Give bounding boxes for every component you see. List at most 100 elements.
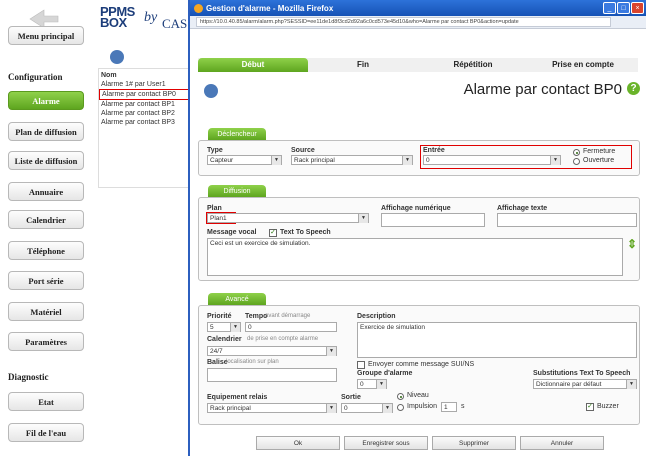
tts-checkbox[interactable]: ✓ (269, 229, 277, 237)
list-item[interactable]: Alarme par contact BP1 (99, 100, 191, 109)
annuler-button[interactable]: Annuler (520, 436, 604, 450)
description-label: Description (357, 313, 396, 320)
sidebar-item-fil-de-l-eau[interactable]: Fil de l'eau (8, 423, 84, 442)
sidebar-item-annuaire[interactable]: Annuaire (8, 182, 84, 201)
source-select[interactable]: Rack principal ▼ (291, 155, 413, 165)
maximize-button[interactable]: □ (617, 2, 630, 14)
groupe-label: Groupe d'alarme (357, 370, 413, 377)
tts-label: Text To Speech (280, 229, 331, 236)
declencheur-panel: Type Capteur ▼ Source Rack principal ▼ E… (198, 140, 640, 176)
list-header: Nom (101, 72, 117, 79)
relais-select-value: Rack principal (210, 405, 251, 412)
sortie-label: Sortie (341, 394, 361, 401)
page-title: Alarme par contact BP0 (463, 81, 622, 98)
buzzer-checkbox[interactable]: ✓ (586, 403, 594, 411)
niveau-radio[interactable] (397, 393, 404, 400)
sidebar-item-materiel[interactable]: Matériel (8, 302, 84, 321)
priorite-label: Priorité (207, 313, 232, 320)
impulsion-unit: s (461, 403, 465, 410)
tempo-hint: avant démarrage (265, 313, 311, 319)
substitutions-select-value: Dictionnaire par défaut (536, 381, 602, 388)
balise-hint: localisation sur plan (226, 359, 279, 365)
calendrier-select-value: 24/7 (210, 348, 223, 355)
swap-arrows-icon[interactable]: ⇕ (627, 238, 637, 250)
sidebar-item-port-serie[interactable]: Port série (8, 271, 84, 290)
description-textarea[interactable]: Exercice de simulation (357, 322, 637, 358)
ppms-panel: PPMS BOX by CAS Nom Alarme 1# par User1 … (92, 0, 192, 456)
calendrier-select[interactable]: 24/7 ▼ (207, 346, 337, 356)
menu-principal-button[interactable]: Menu principal (8, 26, 84, 45)
sms-label: Envoyer comme message SUI/NS (368, 361, 475, 368)
calendrier-label: Calendrier (207, 336, 242, 343)
substitutions-label: Substitutions Text To Speech (533, 370, 631, 377)
supprimer-button[interactable]: Supprimer (432, 436, 516, 450)
chevron-down-icon: ▼ (402, 156, 412, 165)
diffusion-panel: Plan Plan1 ▼ Affichage numérique Afficha… (198, 197, 640, 281)
sortie-select[interactable]: 0 ▼ (341, 403, 393, 413)
groupe-select[interactable]: 0 ▼ (357, 379, 387, 389)
source-label: Source (291, 147, 315, 154)
tab-prise-en-compte[interactable]: Prise en compte (528, 58, 638, 72)
address-bar: https://10.0.40.85/alarm/alarm.php?SESSI… (190, 16, 646, 29)
priorite-select[interactable]: 5 ▼ (207, 322, 241, 332)
entree-select[interactable]: 0 ▼ (423, 155, 561, 165)
balise-input[interactable] (207, 368, 337, 382)
sortie-select-value: 0 (344, 405, 348, 412)
message-vocal-label: Message vocal (207, 229, 257, 236)
fermeture-radio[interactable] (573, 149, 580, 156)
priorite-select-value: 5 (210, 324, 214, 331)
plan-label: Plan (207, 205, 222, 212)
configuration-heading: Configuration (8, 72, 63, 82)
list-item[interactable]: Alarme par contact BP3 (99, 118, 191, 127)
balise-label: Balise (207, 359, 228, 366)
impulsion-input[interactable]: 1 (441, 402, 457, 412)
list-item-selected[interactable]: Alarme par contact BP0 (99, 89, 191, 100)
sidebar-item-etat[interactable]: Etat (8, 392, 84, 411)
type-select-value: Capteur (210, 157, 234, 164)
diffusion-section-tab: Diffusion (208, 185, 266, 197)
impulsion-radio[interactable] (397, 404, 404, 411)
entree-select-value: 0 (426, 157, 430, 164)
close-button[interactable]: × (631, 2, 644, 14)
ouverture-radio[interactable] (573, 158, 580, 165)
type-select[interactable]: Capteur ▼ (207, 155, 282, 165)
ok-button[interactable]: Ok (256, 436, 340, 450)
list-item[interactable]: Alarme par contact BP2 (99, 109, 191, 118)
substitutions-select[interactable]: Dictionnaire par défaut ▼ (533, 379, 637, 389)
url-field[interactable]: https://10.0.40.85/alarm/alarm.php?SESSI… (196, 17, 611, 27)
affichage-numerique-input[interactable] (381, 213, 485, 227)
affichage-texte-label: Affichage texte (497, 205, 548, 212)
list-item[interactable]: Alarme 1# par User1 (99, 80, 191, 89)
message-vocal-textarea[interactable]: Ceci est un exercice de simulation. (207, 238, 623, 276)
chevron-down-icon: ▼ (271, 156, 281, 165)
affichage-texte-input[interactable] (497, 213, 637, 227)
chevron-down-icon: ▼ (326, 404, 336, 413)
help-icon[interactable]: ? (627, 82, 640, 95)
plan-select[interactable]: Plan1 ▼ (207, 213, 369, 223)
relais-select[interactable]: Rack principal ▼ (207, 403, 337, 413)
window-controls: _ □ × (603, 2, 644, 14)
declencheur-section-tab: Déclencheur (208, 128, 266, 140)
entree-label: Entrée (423, 147, 445, 154)
relais-label: Equipement relais (207, 394, 268, 401)
tab-fin[interactable]: Fin (308, 58, 418, 72)
minimize-button[interactable]: _ (603, 2, 616, 14)
firefox-icon (194, 3, 203, 13)
tempo-input[interactable]: 0 (245, 322, 337, 332)
tab-repetition[interactable]: Répétition (418, 58, 528, 72)
sidebar-item-calendrier[interactable]: Calendrier (8, 210, 84, 229)
chevron-down-icon: ▼ (230, 323, 240, 332)
niveau-label: Niveau (407, 392, 429, 399)
sms-checkbox[interactable] (357, 361, 365, 369)
tab-debut[interactable]: Début (198, 58, 308, 72)
alarm-list: Nom Alarme 1# par User1 Alarme par conta… (98, 68, 192, 188)
sidebar-item-parametres[interactable]: Paramètres (8, 332, 84, 351)
avance-section-tab: Avancé (208, 293, 266, 305)
impulsion-label: Impulsion (407, 403, 437, 410)
sidebar-item-alarme[interactable]: Alarme (8, 91, 84, 110)
sidebar-item-plan-de-diffusion[interactable]: Plan de diffusion (8, 122, 84, 141)
sidebar-item-telephone[interactable]: Téléphone (8, 241, 84, 260)
sidebar-item-liste-de-diffusion[interactable]: Liste de diffusion (8, 151, 84, 170)
chevron-down-icon: ▼ (326, 347, 336, 356)
enregistrer-sous-button[interactable]: Enregistrer sous (344, 436, 428, 450)
